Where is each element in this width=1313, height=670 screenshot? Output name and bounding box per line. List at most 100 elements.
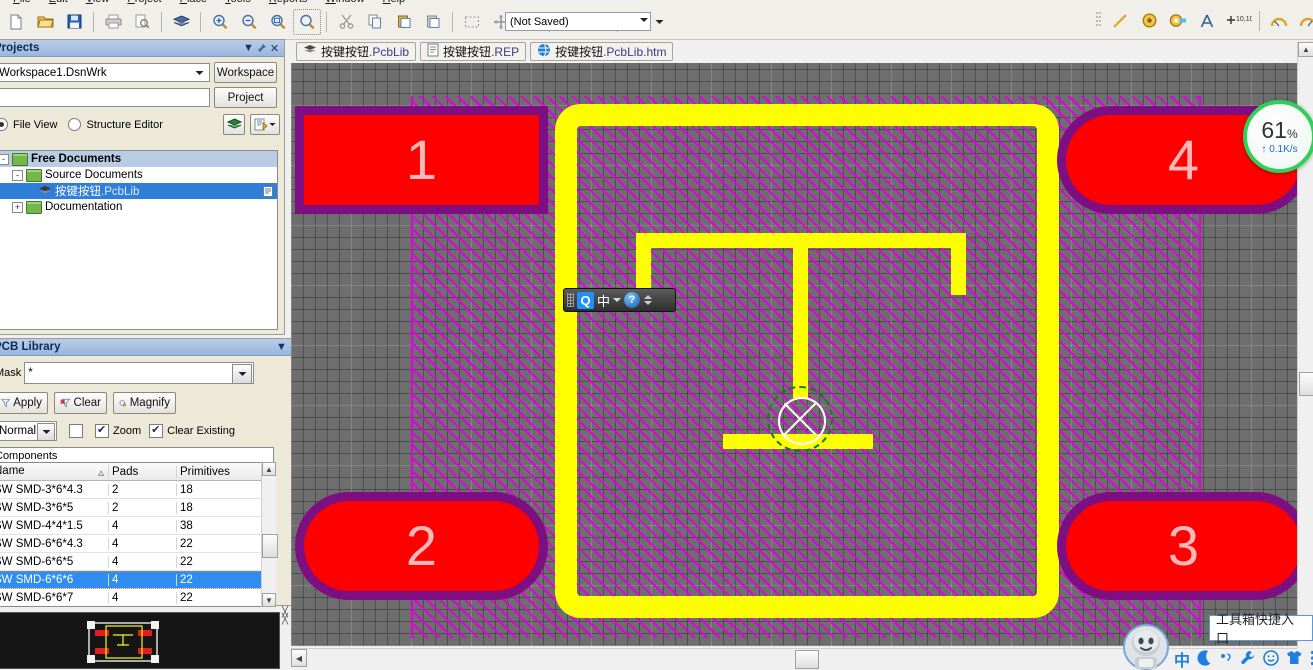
clear-button[interactable]: Clear [54, 392, 107, 414]
zoom-selection-icon[interactable] [293, 8, 321, 35]
via-icon[interactable] [1164, 8, 1192, 34]
table-row[interactable]: SW SMD-3*6*4.3 2 18 [0, 481, 274, 499]
ime-mode-label[interactable]: 中 [597, 291, 610, 310]
pin-icon[interactable] [255, 42, 268, 55]
radio-structure-editor[interactable] [68, 118, 82, 131]
board-icon[interactable] [223, 114, 245, 135]
coordinate-icon[interactable]: 10,10 [1222, 8, 1254, 34]
scrollbar-thumb[interactable] [262, 534, 278, 558]
table-row[interactable]: SW SMD-3*6*5 2 18 [0, 499, 274, 517]
column-header-primitives[interactable]: Primitives [177, 466, 257, 478]
workspace-button[interactable]: Workspace [214, 62, 277, 83]
silkscreen-left-leg[interactable] [636, 233, 651, 295]
table-row[interactable]: SW SMD-6*6*7 4 22 [0, 589, 274, 606]
ime-scroll-buttons[interactable] [644, 295, 653, 305]
print-preview-icon[interactable] [128, 9, 156, 35]
scroll-up-arrow-icon[interactable]: ▲ [1298, 42, 1313, 57]
magnify-button[interactable]: Magnify [113, 392, 176, 414]
components-grid[interactable]: Name▵PadsPrimitivesSW SMD-3*6*4.3218SW S… [0, 462, 275, 607]
assistant-robot-avatar[interactable] [1121, 623, 1171, 670]
zoom-out-icon[interactable] [235, 9, 263, 35]
scroll-left-arrow-icon[interactable]: ◀ [291, 649, 307, 667]
zoom-in-icon[interactable] [206, 9, 234, 35]
tree-expander[interactable]: - [12, 169, 23, 181]
pad-icon[interactable] [1135, 8, 1163, 34]
chevron-down-icon[interactable] [640, 18, 648, 22]
smiley-icon[interactable] [1263, 649, 1279, 669]
chevron-down-icon[interactable] [613, 298, 622, 302]
table-row[interactable]: SW SMD-6*6*5 4 22 [0, 553, 274, 571]
mask-dropdown-arrow-icon[interactable] [232, 364, 253, 384]
silkscreen-right-leg[interactable] [951, 233, 966, 295]
column-header-pads[interactable]: Pads [109, 465, 177, 478]
pad-2[interactable]: 2 [295, 492, 548, 600]
help-icon[interactable]: ? [624, 292, 641, 308]
grid-dropdown-arrow-icon[interactable] [652, 9, 667, 35]
ime-chinese-mode[interactable]: 中 [1174, 647, 1190, 670]
checkbox-clear-existing[interactable] [149, 423, 164, 438]
tree-item-0[interactable]: - Free Documents [0, 151, 277, 167]
project-tree[interactable]: - Free Documents - Source Documents 按键按钮.Pcb… [0, 150, 278, 330]
open-project-icon[interactable] [250, 114, 280, 135]
document-tab-2[interactable]: 按键按钮.REP [420, 42, 527, 61]
rubber-band-select-icon[interactable] [458, 9, 486, 35]
wrench-icon[interactable] [1240, 650, 1256, 669]
save-icon[interactable] [60, 9, 88, 35]
table-row[interactable]: SW SMD-6*6*4.3 4 22 [0, 535, 274, 553]
qq-pinyin-logo[interactable]: Q [577, 291, 594, 309]
pcb-footprint-canvas[interactable]: 1 2 3 4 [291, 63, 1297, 646]
components-grid-scrollbar[interactable]: ▲ ▼ [261, 462, 278, 607]
column-header-name[interactable]: Name▵ [0, 464, 109, 479]
silkscreen-center-stem[interactable] [793, 248, 808, 398]
paste-icon[interactable] [390, 9, 418, 35]
canvas-vscroll-thumb[interactable] [1299, 372, 1313, 396]
canvas-hscroll-thumb[interactable] [795, 650, 819, 669]
skin-icon[interactable] [1286, 650, 1303, 668]
table-row[interactable]: SW SMD-6*6*6 4 22 [0, 571, 274, 589]
new-document-icon[interactable] [2, 9, 30, 35]
pad-1[interactable]: 1 [295, 106, 548, 214]
line-icon[interactable] [1106, 8, 1134, 34]
mode-dropdown-arrow-icon[interactable] [37, 423, 55, 441]
table-row[interactable]: SW SMD-4*4*1.5 4 38 [0, 517, 274, 535]
string-icon[interactable] [1193, 8, 1221, 34]
apply-button[interactable]: Apply [0, 392, 48, 414]
chevron-down-icon[interactable]: ▼ [275, 341, 288, 354]
workspace-dropdown-arrow-icon[interactable] [192, 64, 207, 81]
ime-floating-toolbar[interactable]: Q 中 ? [563, 288, 676, 312]
document-tab-3[interactable]: 按键按钮.PcbLib.htm [530, 42, 674, 61]
scroll-up-arrow-icon[interactable]: ▲ [262, 462, 276, 476]
copy-icon[interactable] [361, 9, 389, 35]
print-icon[interactable] [99, 9, 127, 35]
speed-widget[interactable]: 61% ↑ 0.1K/s [1243, 100, 1313, 173]
tree-expander[interactable]: - [0, 153, 9, 165]
mask-input[interactable]: * [28, 367, 32, 379]
paste-special-icon[interactable] [419, 9, 447, 35]
pad-3[interactable]: 3 [1057, 492, 1297, 600]
moon-icon[interactable] [1197, 649, 1212, 669]
document-tab-1[interactable]: 按键按钮.PcbLib [296, 42, 417, 61]
tree-item-3[interactable]: + Documentation [0, 199, 277, 215]
chevron-down-icon[interactable]: ▼ [242, 42, 255, 55]
silkscreen-top-bar[interactable] [636, 233, 966, 248]
grip-icon[interactable] [567, 293, 574, 307]
arc-center-icon[interactable] [1265, 8, 1293, 34]
tree-expander[interactable]: + [12, 201, 23, 213]
project-button[interactable]: Project [214, 87, 277, 108]
scroll-down-arrow-icon[interactable]: ▼ [262, 593, 276, 607]
tree-item-2[interactable]: 按键按钮.PcbLib [0, 183, 277, 199]
open-folder-icon[interactable] [31, 9, 59, 35]
zoom-area-icon[interactable] [264, 9, 292, 35]
panel-resize-grip[interactable]: ╳ ╳ [278, 605, 292, 627]
document-state-combo[interactable]: (Not Saved) [505, 12, 651, 31]
arc-edge-icon[interactable] [1294, 8, 1313, 34]
punctuation-icon[interactable] [1219, 651, 1233, 668]
ime-tray[interactable]: 中 [1174, 648, 1313, 670]
scroll-down-icon[interactable] [644, 301, 653, 305]
board-layers-icon[interactable] [167, 9, 195, 35]
toolbar-grip-icon[interactable] [1092, 8, 1105, 34]
radio-file-view[interactable] [0, 118, 8, 131]
checkbox-zoom[interactable] [95, 423, 109, 438]
cut-icon[interactable] [332, 9, 360, 35]
tree-item-1[interactable]: - Source Documents [0, 167, 277, 183]
